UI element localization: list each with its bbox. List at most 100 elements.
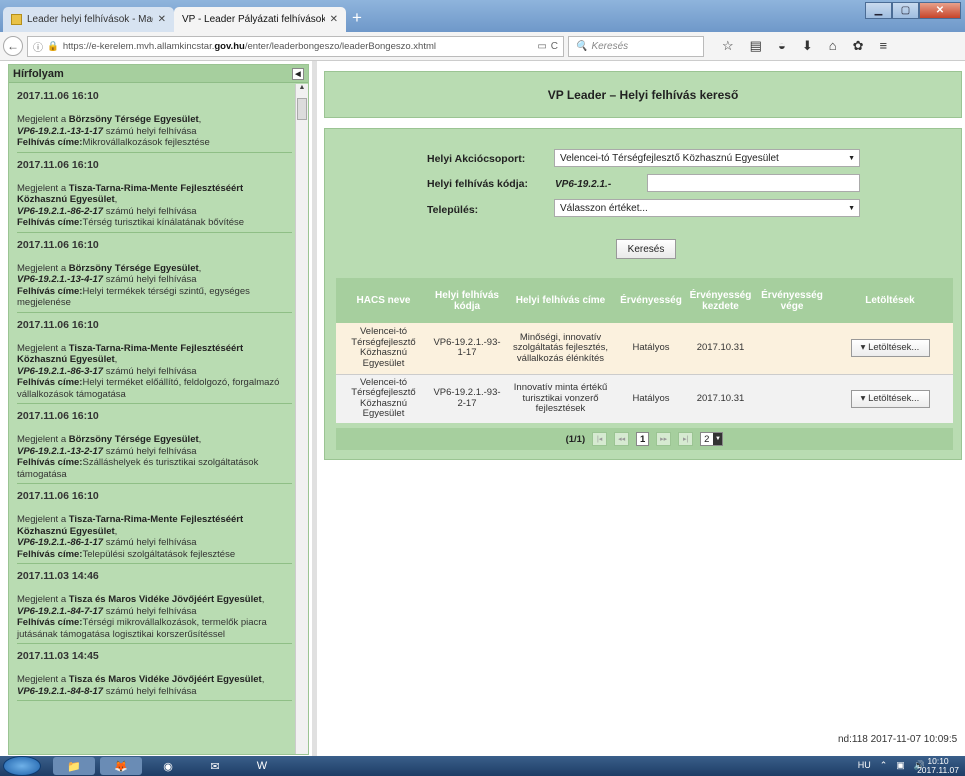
rows-per-page-select[interactable]: 2 ▼ <box>700 432 724 446</box>
news-item: 2017.11.06 16:10 Megjelent a Börzsöny Té… <box>17 84 292 153</box>
column-header[interactable]: Helyi felhívás kódja <box>431 278 503 323</box>
current-page-button[interactable]: 1 <box>636 432 650 446</box>
cell-cim: Minőségi, innovatív szolgáltatás fejlesz… <box>503 323 618 374</box>
next-page-icon[interactable]: ▸▸ <box>656 432 672 446</box>
language-indicator[interactable]: HU <box>858 760 871 771</box>
back-icon[interactable]: ← <box>3 36 23 56</box>
paginator: (1/1) |◂ ◂◂ 1 ▸▸ ▸| 2 ▼ <box>336 428 953 450</box>
lock-icon: 🔒 <box>47 40 59 52</box>
news-body: Megjelent a Tisza-Tarna-Rima-Mente Fejle… <box>17 514 244 560</box>
close-tab-icon[interactable]: ✕ <box>330 14 338 25</box>
home-icon[interactable]: ⌂ <box>829 38 837 54</box>
windows-taskbar: 📁 🦊 ◉ ✉ W HU ⌃ ▣ 🔊 10:10 2017.11.07 <box>0 756 965 776</box>
news-body: Megjelent a Tisza-Tarna-Rima-Mente Fejle… <box>17 342 280 400</box>
start-button-icon[interactable] <box>3 756 41 776</box>
akcio-label: Helyi Akciócsoport: <box>427 153 526 165</box>
table-row[interactable]: Velencei-tó Térségfejlesztő Közhasznú Eg… <box>336 323 953 374</box>
reader-view-icon[interactable]: ▭ <box>537 41 546 52</box>
cell-kezdete: 2017.10.31 <box>684 323 757 374</box>
kod-input[interactable] <box>647 174 860 192</box>
tab-leader-helyi[interactable]: Leader helyi felhívások - Mag ✕ <box>3 7 174 32</box>
firefox-icon[interactable]: 🦊 <box>100 757 142 775</box>
bookmark-star-icon[interactable]: ☆ <box>722 38 734 54</box>
news-body: Megjelent a Tisza és Maros Vidéke Jövőjé… <box>17 674 265 697</box>
cell-hacs: Velencei-tó Térségfejlesztő Közhasznú Eg… <box>336 373 431 423</box>
news-date: 2017.11.06 16:10 <box>17 90 99 102</box>
extension-icon[interactable]: ✿ <box>853 38 864 54</box>
news-date: 2017.11.06 16:10 <box>17 318 99 331</box>
address-bar[interactable]: ⓘ 🔒 https://e-kerelem.mvh.allamkincstar.… <box>27 35 564 57</box>
clock[interactable]: 10:10 2017.11.07 <box>917 757 959 775</box>
menu-icon[interactable]: ≡ <box>879 38 887 54</box>
chevron-down-icon: ▼ <box>713 433 723 445</box>
sidebar-scrollbar[interactable]: ▲ <box>295 84 308 754</box>
column-header[interactable]: HACS neve <box>336 278 431 323</box>
akcio-select[interactable]: Velencei-tó Térségfejlesztő Közhasznú Eg… <box>554 149 860 167</box>
kod-prefix: VP6-19.2.1.- <box>555 179 612 190</box>
close-tab-icon[interactable]: ✕ <box>158 14 166 25</box>
news-date: 2017.11.03 14:45 <box>17 650 99 662</box>
news-body: Megjelent a Börzsöny Térsége Egyesület, V… <box>17 114 210 148</box>
column-header: Letöltések <box>827 278 953 323</box>
pocket-icon[interactable]: ◒ <box>778 38 786 54</box>
news-date: 2017.11.06 16:10 <box>17 490 99 502</box>
cell-kezdete: 2017.10.31 <box>684 373 757 423</box>
news-feed-header: Hírfolyam ◀ <box>9 65 308 83</box>
network-icon[interactable]: ▣ <box>896 760 905 771</box>
url-text: https://e-kerelem.mvh.allamkincstar.gov.… <box>63 41 533 52</box>
explorer-icon[interactable]: 📁 <box>53 757 95 775</box>
system-tray: HU ⌃ ▣ 🔊 <box>858 760 925 771</box>
search-button[interactable]: Keresés <box>616 239 676 259</box>
scroll-thumb[interactable] <box>297 98 307 120</box>
chrome-icon[interactable]: ◉ <box>147 757 189 775</box>
cell-vege <box>757 323 827 374</box>
cell-kod: VP6-19.2.1.-93-2-17 <box>431 373 503 423</box>
download-icon[interactable]: ⬇ <box>802 38 813 54</box>
news-item: 2017.11.06 16:10 Megjelent a Tisza-Tarna… <box>17 313 292 404</box>
page-info: (1/1) <box>565 433 586 445</box>
search-panel: Helyi Akciócsoport: Velencei-tó Térségfe… <box>324 128 962 460</box>
news-item: 2017.11.06 16:10 Megjelent a Tisza-Tarna… <box>17 153 292 233</box>
column-header[interactable]: Helyi felhívás címe <box>503 278 618 323</box>
search-input[interactable]: 🔍 Keresés <box>568 35 704 57</box>
chevron-down-icon: ▼ <box>848 204 855 212</box>
bookmarks-icon[interactable]: ▤ <box>750 38 762 54</box>
downloads-button[interactable]: ▾ Letöltések... <box>850 339 930 358</box>
cell-kod: VP6-19.2.1.-93-1-17 <box>431 323 503 374</box>
collapse-icon[interactable]: ◀ <box>292 67 304 80</box>
browser-navbar: ← ⓘ 🔒 https://e-kerelem.mvh.allamkincsta… <box>0 32 965 61</box>
caret-down-icon: ▾ <box>860 342 869 354</box>
toolbar-icons: ☆ ▤ ◒ ⬇ ⌂ ✿ ≡ <box>722 38 887 54</box>
panel-divider[interactable] <box>312 61 317 756</box>
tray-up-icon[interactable]: ⌃ <box>880 760 888 771</box>
column-header[interactable]: Érvényesség vége <box>757 278 827 323</box>
news-item: 2017.11.03 14:46 Megjelent a Tisza és Ma… <box>17 564 292 644</box>
table-row[interactable]: Velencei-tó Térségfejlesztő Közhasznú Eg… <box>336 373 953 423</box>
scroll-up-icon[interactable]: ▲ <box>296 84 308 96</box>
close-window-icon[interactable]: ✕ <box>919 2 961 19</box>
window-controls: ▁ ▢ ✕ <box>865 2 961 19</box>
first-page-icon[interactable]: |◂ <box>592 432 608 446</box>
word-icon[interactable]: W <box>241 757 283 775</box>
downloads-label: Letöltések... <box>868 392 920 404</box>
news-body: Megjelent a Tisza és Maros Vidéke Jövőjé… <box>17 594 267 640</box>
telepules-label: Település: <box>427 204 479 216</box>
news-feed-title: Hírfolyam <box>13 67 64 80</box>
cell-hacs: Velencei-tó Térségfejlesztő Közhasznú Eg… <box>336 323 431 374</box>
downloads-button[interactable]: ▾ Letöltések... <box>850 389 930 408</box>
prev-page-icon[interactable]: ◂◂ <box>614 432 630 446</box>
new-tab-icon[interactable]: + <box>352 8 362 28</box>
news-date: 2017.11.06 16:10 <box>17 410 99 422</box>
column-header[interactable]: Érvényesség kezdete <box>684 278 757 323</box>
browser-titlebar: Leader helyi felhívások - Mag ✕ VP - Lea… <box>0 0 965 32</box>
cell-letoltes: ▾ Letöltések... <box>827 323 953 374</box>
outlook-icon[interactable]: ✉ <box>194 757 236 775</box>
last-page-icon[interactable]: ▸| <box>678 432 694 446</box>
column-header[interactable]: Érvényesség <box>618 278 684 323</box>
minimize-icon[interactable]: ▁ <box>865 2 892 19</box>
tab-vp-leader[interactable]: VP - Leader Pályázati felhívások b ✕ <box>174 7 346 32</box>
info-icon[interactable]: ⓘ <box>33 39 43 54</box>
reload-icon[interactable]: C <box>551 41 558 52</box>
telepules-select[interactable]: Válasszon értéket... ▼ <box>554 199 860 217</box>
maximize-icon[interactable]: ▢ <box>892 2 919 19</box>
